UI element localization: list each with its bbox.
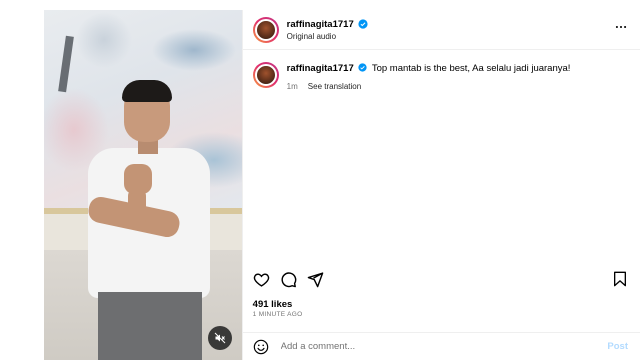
verified-badge-icon <box>358 19 368 29</box>
emoji-button[interactable] <box>253 339 269 355</box>
avatar-image <box>254 18 277 41</box>
caption-username[interactable]: raffinagita1717 <box>287 63 354 74</box>
person-figure <box>80 80 220 360</box>
comment-button[interactable] <box>280 271 297 288</box>
caption-avatar[interactable] <box>252 62 279 88</box>
person-pants <box>98 292 202 360</box>
original-audio-link[interactable]: Original audio <box>287 32 368 41</box>
caption-time[interactable]: 1m <box>287 82 298 91</box>
speaker-muted-icon <box>214 332 226 344</box>
like-button[interactable] <box>253 271 270 288</box>
more-options-icon <box>615 25 627 29</box>
post-video[interactable] <box>44 10 242 360</box>
emoji-smiley-icon <box>253 339 268 354</box>
heart-icon <box>253 272 269 287</box>
verified-badge-icon <box>358 63 367 72</box>
post-details: raffinagita1717 Original audio raffinagi… <box>241 10 640 360</box>
see-translation-button[interactable]: See translation <box>308 82 361 91</box>
more-options-button[interactable] <box>614 20 628 39</box>
person-hair <box>122 80 172 102</box>
save-button[interactable] <box>612 271 628 287</box>
person-fist <box>124 164 152 194</box>
caption-text: Top mantab is the best, Aa selalu jadi j… <box>371 63 571 74</box>
post-comment-button[interactable]: Post <box>607 341 628 352</box>
comment-bubble-icon <box>281 271 297 287</box>
mute-button[interactable] <box>207 326 232 350</box>
person-forearm <box>128 188 146 228</box>
action-bar <box>253 268 628 290</box>
likes-count[interactable]: 491 likes <box>253 299 293 310</box>
avatar[interactable] <box>252 16 279 43</box>
caption-avatar-image <box>254 64 277 86</box>
caption-body: raffinagita1717 Top mantab is the best, … <box>287 62 571 91</box>
post-header: raffinagita1717 Original audio <box>242 10 640 50</box>
bookmark-icon <box>614 271 626 287</box>
caption-comment: raffinagita1717 Top mantab is the best, … <box>243 50 640 91</box>
post-container: raffinagita1717 Original audio raffinagi… <box>44 10 640 360</box>
add-comment-input[interactable] <box>278 340 608 353</box>
post-timestamp[interactable]: 1 MINUTE AGO <box>253 311 303 318</box>
user-block: raffinagita1717 Original audio <box>287 19 368 41</box>
caption-meta: 1m See translation <box>287 82 571 91</box>
paper-plane-icon <box>307 271 323 287</box>
username-row: raffinagita1717 <box>287 19 368 30</box>
username-link[interactable]: raffinagita1717 <box>287 19 354 30</box>
add-comment-bar: Post <box>242 332 640 360</box>
caption-text-line: raffinagita1717 Top mantab is the best, … <box>287 62 571 75</box>
share-button[interactable] <box>307 271 324 288</box>
